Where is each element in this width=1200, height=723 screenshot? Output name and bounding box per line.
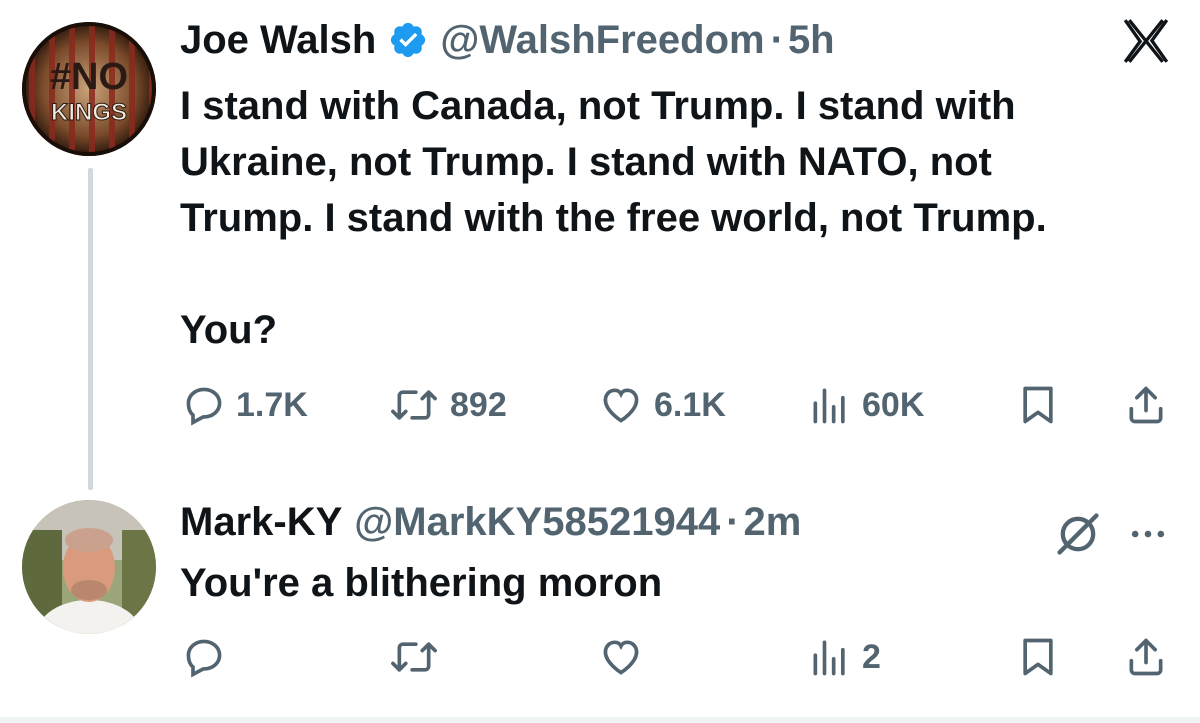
reply-action-bar: 2: [0, 632, 1200, 682]
reply-icon: [186, 639, 222, 678]
repost-button[interactable]: 892: [388, 380, 507, 430]
tweet-text-line: I stand with Canada, not Trump. I stand …: [180, 84, 1016, 128]
x-logo-icon: [1123, 19, 1169, 63]
reply-header: Mark-KY @MarkKY58521944 · 2m: [180, 498, 801, 546]
thread-connector-line: [88, 168, 93, 490]
author-name[interactable]: Mark-KY: [180, 498, 342, 546]
like-icon: [603, 388, 639, 423]
more-icon[interactable]: [1126, 512, 1170, 556]
reply-top-icons: [1052, 508, 1170, 560]
views-icon: [813, 388, 845, 424]
share-button[interactable]: [1124, 632, 1168, 682]
avatar-text-bottom: KINGS: [51, 99, 127, 126]
views-button[interactable]: 2: [808, 632, 881, 682]
avatar[interactable]: #NO KINGS: [22, 22, 156, 156]
tweet-text-tail: You?: [180, 308, 278, 352]
avatar-text-top: #NO: [50, 56, 128, 98]
share-button[interactable]: [1124, 380, 1168, 430]
like-icon: [603, 640, 639, 675]
tweet-text: I stand with Canada, not Trump. I stand …: [180, 78, 1180, 358]
repost-icon: [391, 642, 437, 672]
author-handle[interactable]: @WalshFreedom: [440, 16, 764, 64]
like-button[interactable]: [598, 632, 644, 682]
tweet-time[interactable]: 5h: [788, 16, 835, 64]
reply-button[interactable]: [182, 632, 226, 682]
separator-dot: ·: [770, 18, 784, 62]
reply-count: 1.7K: [236, 385, 308, 424]
separator-dot: ·: [726, 500, 740, 544]
avatar[interactable]: [22, 500, 156, 634]
author-handle[interactable]: @MarkKY58521944: [354, 498, 720, 546]
share-icon: [1129, 386, 1163, 424]
verified-icon: [391, 22, 426, 58]
reply-icon: [186, 387, 222, 426]
view-count: 2: [862, 637, 881, 676]
tweet-header: Joe Walsh @WalshFreedom · 5h: [180, 16, 835, 64]
tweet-time[interactable]: 2m: [744, 498, 802, 546]
bookmark-button[interactable]: [1016, 380, 1060, 430]
tweet-text-line: Trump. I stand with the free world, not …: [180, 196, 1047, 240]
reply-text: You're a blithering moron: [180, 561, 663, 605]
repost-count: 892: [450, 385, 507, 424]
bookmark-button[interactable]: [1016, 632, 1060, 682]
views-button[interactable]: 60K: [808, 380, 924, 430]
repost-icon: [391, 390, 437, 420]
grok-icon[interactable]: [1052, 508, 1104, 560]
divider: [0, 717, 1200, 723]
tweet-text-line: Ukraine, not Trump. I stand with NATO, n…: [180, 140, 992, 184]
repost-button[interactable]: [388, 632, 440, 682]
bookmark-icon: [1023, 638, 1053, 676]
reply-button[interactable]: 1.7K: [182, 380, 308, 430]
like-count: 6.1K: [654, 385, 726, 424]
view-count: 60K: [862, 385, 925, 424]
like-button[interactable]: 6.1K: [598, 380, 726, 430]
author-name[interactable]: Joe Walsh: [180, 16, 376, 64]
tweet-action-bar: 1.7K 892 6.1K 60K: [0, 380, 1200, 430]
views-icon: [813, 640, 845, 676]
share-icon: [1129, 638, 1163, 676]
bookmark-icon: [1023, 386, 1053, 424]
